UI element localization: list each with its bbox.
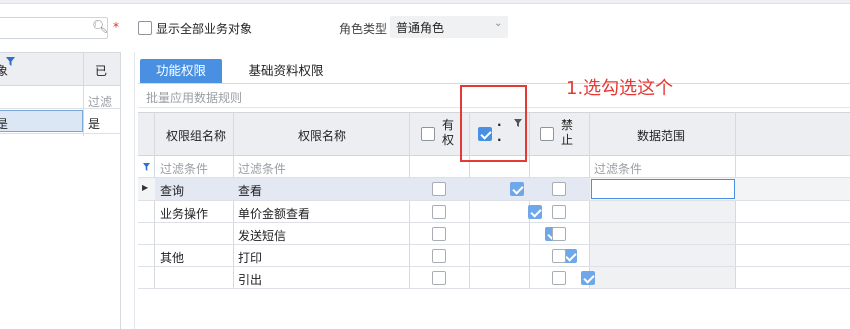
row-forbid-checkbox[interactable] (552, 249, 566, 263)
row-has-right-checkbox[interactable] (432, 182, 446, 196)
header-has-right: 有 权 (442, 118, 455, 147)
role-type-value: 普通角色 (396, 21, 445, 35)
left-selected-row[interactable] (0, 110, 83, 132)
row-divider (138, 266, 850, 267)
filter-group-input[interactable]: 过滤条件 (160, 160, 208, 177)
required-mark: * (113, 20, 119, 34)
row-has-right-checkbox[interactable] (432, 271, 446, 285)
row-forbid-checkbox[interactable] (552, 205, 566, 219)
filter-icon (143, 163, 150, 171)
header-permission-name: 权限名称 (298, 129, 347, 143)
row-forbid-checkbox[interactable] (552, 227, 566, 241)
row-group: 查询 (160, 184, 185, 198)
search-icon[interactable]: 🔍︎ (92, 20, 109, 36)
header-group-name: 权限组名称 (166, 129, 227, 143)
row-forbid-checkbox[interactable] (552, 271, 566, 285)
show-all-checkbox[interactable] (138, 21, 152, 35)
role-type-label: 角色类型 (339, 22, 388, 36)
row-name: 引出 (238, 273, 263, 287)
row-checkbox[interactable] (527, 205, 542, 219)
row-name: 发送短信 (238, 229, 287, 243)
row-divider (138, 222, 850, 223)
tab-function-permission[interactable]: 功能权限 (140, 59, 222, 83)
chevron-down-icon[interactable]: ⌄ (494, 18, 502, 29)
row-forbid-checkbox[interactable] (552, 182, 566, 196)
row-data-scope-input[interactable] (591, 179, 735, 199)
row-group: 其他 (160, 251, 185, 265)
annotation-text: 1.选勾选这个 (566, 78, 674, 99)
tab-bar-line (138, 83, 850, 84)
header-forbid-checkbox[interactable] (540, 127, 554, 141)
row-has-right-checkbox[interactable] (432, 227, 446, 241)
content-edge (134, 52, 135, 329)
row-divider (138, 288, 850, 289)
row-has-right-checkbox[interactable] (432, 249, 446, 263)
row-name: 查看 (238, 184, 263, 198)
top-border (0, 0, 850, 4)
row-divider (138, 244, 850, 245)
header-has-right-checkbox[interactable] (421, 127, 435, 141)
left-row-divider (0, 133, 120, 134)
tab-base-data-permission[interactable]: 基础资料权限 (236, 59, 336, 83)
current-row-highlight (155, 178, 590, 200)
row-checkbox[interactable] (581, 271, 596, 285)
left-header-col2: 已 (95, 64, 108, 78)
row-group: 业务操作 (160, 207, 209, 221)
row-pointer-icon: ▶ (142, 183, 149, 192)
batch-apply-rule-link[interactable]: 批量应用数据规则 (146, 89, 242, 106)
show-all-label: 显示全部业务对象 (156, 22, 253, 36)
left-row-col1: 是 (0, 117, 9, 131)
left-panel-divider (83, 52, 84, 136)
left-row-col2: 是 (88, 117, 101, 131)
filter-icon[interactable] (6, 57, 15, 66)
row-divider (138, 200, 850, 201)
left-panel-edge (120, 52, 121, 329)
row-name: 打印 (238, 251, 263, 265)
row-has-right-checkbox[interactable] (432, 205, 446, 219)
row-name: 单价金额查看 (238, 207, 311, 221)
left-row-divider (0, 108, 120, 109)
header-data-scope: 数据范围 (637, 129, 686, 143)
annotation-highlight-box (460, 85, 527, 162)
header-forbid: 禁 止 (561, 118, 574, 147)
filter-name-input[interactable]: 过滤条件 (238, 160, 286, 177)
filter-scope-input[interactable]: 过滤条件 (594, 160, 642, 177)
row-checkbox[interactable] (509, 182, 524, 196)
